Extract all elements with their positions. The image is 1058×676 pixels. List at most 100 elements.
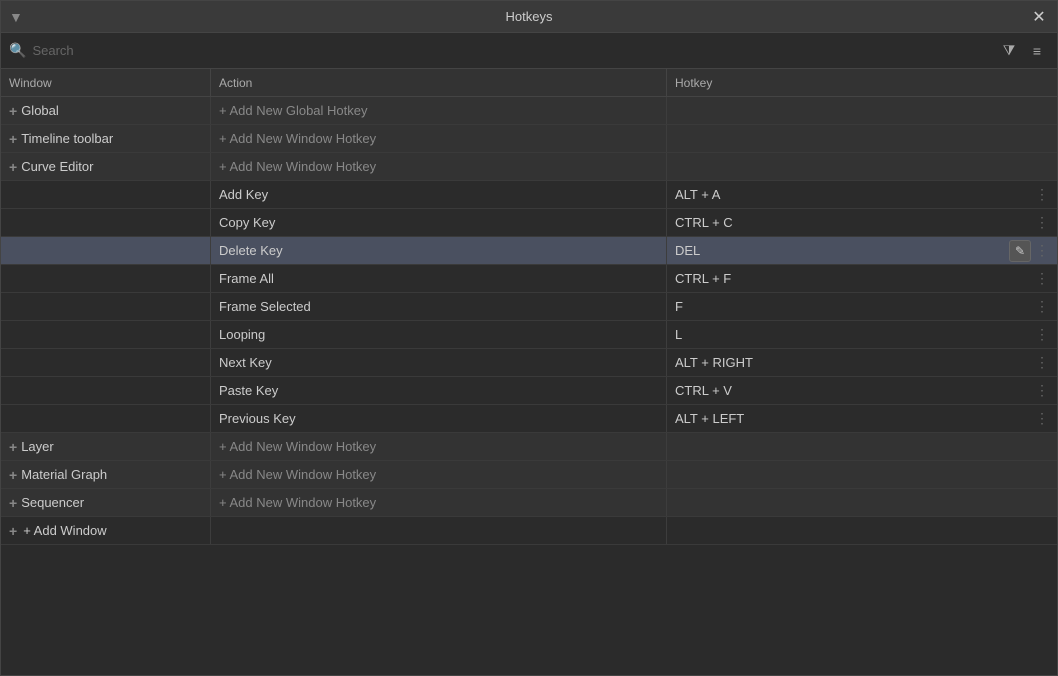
row-options-icon[interactable]: ⋮ xyxy=(1035,270,1049,287)
row-options-icon[interactable]: ⋮ xyxy=(1035,214,1049,231)
section-sequencer[interactable]: + Sequencer + Add New Window Hotkey xyxy=(1,489,1057,517)
row-hotkey: ALT + RIGHT ⋮ xyxy=(667,349,1057,376)
section-curve-hotkey xyxy=(667,153,1057,180)
header-hotkey: Hotkey xyxy=(667,69,1057,96)
filter-button[interactable]: ⧩ xyxy=(997,39,1021,63)
section-material-hotkey xyxy=(667,461,1057,488)
section-material-label: + Material Graph xyxy=(1,461,211,488)
table-row[interactable]: Paste Key CTRL + V ⋮ xyxy=(1,377,1057,405)
row-action: Previous Key xyxy=(211,405,667,432)
dropdown-arrow-icon[interactable]: ▼ xyxy=(9,9,23,25)
section-material-graph[interactable]: + Material Graph + Add New Window Hotkey xyxy=(1,461,1057,489)
table-row[interactable]: Frame All CTRL + F ⋮ xyxy=(1,265,1057,293)
add-window-icon: + xyxy=(9,523,17,539)
add-global-hotkey-button[interactable]: + Add New Global Hotkey xyxy=(219,103,368,118)
section-label: Timeline toolbar xyxy=(21,131,113,146)
row-window xyxy=(1,405,211,432)
section-layer-hotkey xyxy=(667,433,1057,460)
row-options-icon[interactable]: ⋮ xyxy=(1035,410,1049,427)
row-options-icon[interactable]: ⋮ xyxy=(1035,326,1049,343)
row-action: Looping xyxy=(211,321,667,348)
table-row[interactable]: Add Key ALT + A ⋮ xyxy=(1,181,1057,209)
row-window xyxy=(1,237,211,264)
add-sequencer-hotkey-button[interactable]: + Add New Window Hotkey xyxy=(219,495,376,510)
add-window-action-spacer xyxy=(211,517,667,544)
expand-icon: + xyxy=(9,495,17,511)
add-curve-hotkey-button[interactable]: + Add New Window Hotkey xyxy=(219,159,376,174)
section-sequencer-label: + Sequencer xyxy=(1,489,211,516)
table-row[interactable]: Frame Selected F ⋮ xyxy=(1,293,1057,321)
search-bar: 🔍 ⧩ ≡ xyxy=(1,33,1057,69)
section-sequencer-hotkey xyxy=(667,489,1057,516)
table-row[interactable]: Previous Key ALT + LEFT ⋮ xyxy=(1,405,1057,433)
expand-icon: + xyxy=(9,159,17,175)
search-actions: ⧩ ≡ xyxy=(997,39,1049,63)
section-label: Global xyxy=(21,103,59,118)
section-curve-editor[interactable]: + Curve Editor + Add New Window Hotkey xyxy=(1,153,1057,181)
add-window-label: + Add Window xyxy=(23,523,106,538)
row-hotkey: L ⋮ xyxy=(667,321,1057,348)
table-row-selected[interactable]: Delete Key DEL ✎ ⋮ xyxy=(1,237,1057,265)
section-timeline-action[interactable]: + Add New Window Hotkey xyxy=(211,125,667,152)
empty-area xyxy=(1,545,1057,675)
row-hotkey: CTRL + F ⋮ xyxy=(667,265,1057,292)
row-options-icon[interactable]: ⋮ xyxy=(1035,186,1049,203)
row-options-icon[interactable]: ⋮ xyxy=(1035,298,1049,315)
section-curve-action[interactable]: + Add New Window Hotkey xyxy=(211,153,667,180)
table-header: Window Action Hotkey xyxy=(1,69,1057,97)
title-bar-right: ✕ xyxy=(1029,7,1049,27)
table-row[interactable]: Looping L ⋮ xyxy=(1,321,1057,349)
row-action: Delete Key xyxy=(211,237,667,264)
section-label: Curve Editor xyxy=(21,159,93,174)
row-action: Paste Key xyxy=(211,377,667,404)
row-action: Frame All xyxy=(211,265,667,292)
row-hotkey: ALT + LEFT ⋮ xyxy=(667,405,1057,432)
edit-hotkey-button[interactable]: ✎ xyxy=(1009,240,1031,262)
row-window xyxy=(1,321,211,348)
row-action: Add Key xyxy=(211,181,667,208)
row-window xyxy=(1,377,211,404)
row-window xyxy=(1,265,211,292)
section-sequencer-action[interactable]: + Add New Window Hotkey xyxy=(211,489,667,516)
row-window xyxy=(1,181,211,208)
add-window-hotkey-spacer xyxy=(667,517,1057,544)
row-hotkey: ALT + A ⋮ xyxy=(667,181,1057,208)
row-action: Frame Selected xyxy=(211,293,667,320)
section-global-hotkey xyxy=(667,97,1057,124)
row-hotkey: CTRL + V ⋮ xyxy=(667,377,1057,404)
add-timeline-hotkey-button[interactable]: + Add New Window Hotkey xyxy=(219,131,376,146)
table-body: + Global + Add New Global Hotkey + Timel… xyxy=(1,97,1057,675)
expand-icon: + xyxy=(9,103,17,119)
add-layer-hotkey-button[interactable]: + Add New Window Hotkey xyxy=(219,439,376,454)
close-button[interactable]: ✕ xyxy=(1029,7,1049,27)
expand-icon: + xyxy=(9,439,17,455)
section-global[interactable]: + Global + Add New Global Hotkey xyxy=(1,97,1057,125)
menu-button[interactable]: ≡ xyxy=(1025,39,1049,63)
section-global-action[interactable]: + Add New Global Hotkey xyxy=(211,97,667,124)
add-window-row[interactable]: + + Add Window xyxy=(1,517,1057,545)
row-options-icon[interactable]: ⋮ xyxy=(1035,382,1049,399)
section-material-action[interactable]: + Add New Window Hotkey xyxy=(211,461,667,488)
search-input[interactable] xyxy=(32,43,991,58)
section-label: Layer xyxy=(21,439,54,454)
section-global-label: + Global xyxy=(1,97,211,124)
title-bar: ▼ Hotkeys ✕ xyxy=(1,1,1057,33)
add-window-cell[interactable]: + + Add Window xyxy=(1,517,211,544)
section-timeline-hotkey xyxy=(667,125,1057,152)
header-action: Action xyxy=(211,69,667,96)
header-window: Window xyxy=(1,69,211,96)
section-layer-label: + Layer xyxy=(1,433,211,460)
row-hotkey: F ⋮ xyxy=(667,293,1057,320)
section-label: Material Graph xyxy=(21,467,107,482)
section-timeline-toolbar[interactable]: + Timeline toolbar + Add New Window Hotk… xyxy=(1,125,1057,153)
section-curve-label: + Curve Editor xyxy=(1,153,211,180)
row-options-icon[interactable]: ⋮ xyxy=(1035,242,1049,259)
table-row[interactable]: Next Key ALT + RIGHT ⋮ xyxy=(1,349,1057,377)
section-layer[interactable]: + Layer + Add New Window Hotkey xyxy=(1,433,1057,461)
section-layer-action[interactable]: + Add New Window Hotkey xyxy=(211,433,667,460)
row-hotkey: DEL ✎ ⋮ xyxy=(667,237,1057,264)
add-material-hotkey-button[interactable]: + Add New Window Hotkey xyxy=(219,467,376,482)
table-row[interactable]: Copy Key CTRL + C ⋮ xyxy=(1,209,1057,237)
row-window xyxy=(1,209,211,236)
row-options-icon[interactable]: ⋮ xyxy=(1035,354,1049,371)
